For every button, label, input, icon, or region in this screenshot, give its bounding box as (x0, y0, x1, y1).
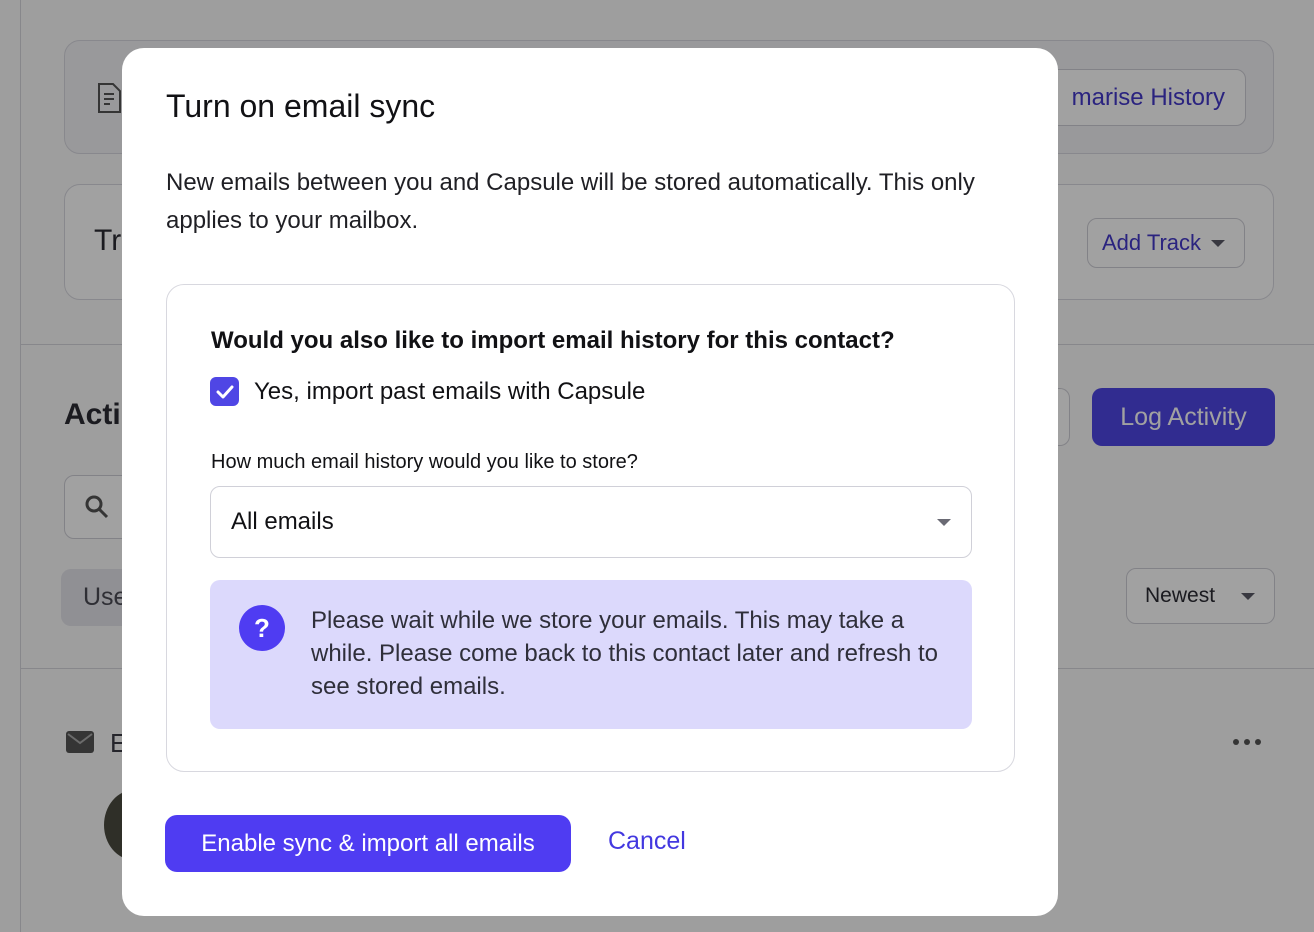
checkmark-icon (216, 385, 233, 398)
chevron-down-icon (937, 518, 951, 526)
info-text: Please wait while we store your emails. … (311, 607, 938, 700)
email-sync-dialog: Turn on email sync New emails between yo… (122, 48, 1058, 916)
import-question: Would you also like to import email hist… (211, 327, 895, 354)
import-checkbox[interactable] (210, 377, 239, 406)
enable-sync-label: Enable sync & import all emails (201, 829, 535, 857)
import-checkbox-label: Yes, import past emails with Capsule (254, 377, 646, 405)
dialog-title: Turn on email sync (166, 88, 436, 124)
history-amount-value: All emails (231, 508, 334, 535)
dialog-description: New emails between you and Capsule will … (166, 169, 975, 234)
history-amount-select[interactable]: All emails (210, 486, 972, 558)
svg-text:?: ? (254, 613, 270, 643)
enable-sync-button[interactable]: Enable sync & import all emails (165, 815, 571, 872)
import-history-panel: Would you also like to import email hist… (166, 284, 1015, 772)
history-amount-label: How much email history would you like to… (211, 451, 638, 473)
help-icon: ? (239, 605, 285, 651)
import-checkbox-row[interactable]: Yes, import past emails with Capsule (210, 377, 645, 406)
info-callout: ? Please wait while we store your emails… (210, 580, 972, 729)
cancel-button[interactable]: Cancel (608, 827, 686, 856)
